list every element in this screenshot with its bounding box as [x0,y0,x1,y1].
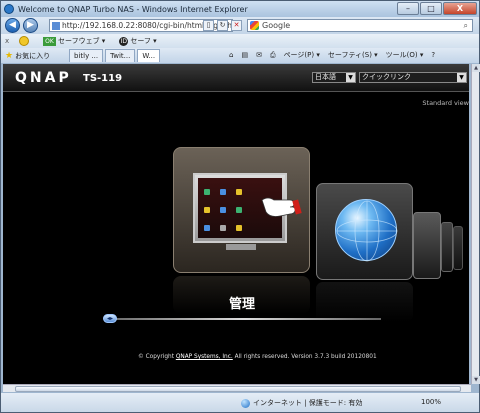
chevron-down-icon: ▼ [346,73,355,82]
window-title: Welcome to QNAP Turbo NAS - Windows Inte… [18,4,248,14]
chevron-down-icon: ▼ [457,73,466,82]
internet-zone-icon [241,398,250,408]
copyright-suffix: All rights reserved. Version 3.7.3 build… [232,354,377,360]
search-icon[interactable]: ⌕ [464,21,468,31]
close-button[interactable]: X [443,2,477,15]
mail-icon[interactable]: ✉ [256,51,262,59]
web-card[interactable] [316,183,413,280]
idsafe-button[interactable]: ID セーフ ▾ [119,36,157,46]
favorites-button[interactable]: ★ お気に入り [5,51,50,61]
zoom-level[interactable]: 100% [421,398,441,406]
tools-menu[interactable]: ツール(O) ▾ [386,50,424,60]
home-icon[interactable]: ⌂ [229,51,233,59]
web-card-reflection [316,282,413,322]
search-box[interactable]: Google ⌕ [247,19,473,32]
safeweb-label: セーフウェブ ▾ [58,37,106,45]
side-card-3[interactable] [453,226,463,270]
stop-icon[interactable]: ✕ [231,20,242,31]
favorites-label: お気に入り [15,52,51,60]
vertical-scrollbar[interactable]: ▲ ▼ [471,64,480,384]
help-button[interactable]: ? [431,51,435,59]
page-menu[interactable]: ページ(P) ▾ [284,50,320,60]
favorites-bar: ★ お気に入り bitly ... Twit... W... ⌂ ▤ ✉ ⎙ ペ… [1,48,479,63]
idsafe-label: セーフ ▾ [130,37,157,45]
copyright-text: © Copyright QNAP Systems, Inc. All right… [138,354,377,360]
safety-menu[interactable]: セーフティ(S) ▾ [328,50,378,60]
compat-view-icon[interactable]: ▯ [203,20,214,31]
forward-arrow-icon[interactable]: ▶ [23,18,38,33]
quicklink-value: クイックリンク [362,73,411,81]
carousel-track [107,318,381,320]
maximize-button[interactable]: □ [420,2,442,15]
search-engine-label: Google [262,21,291,30]
star-icon: ★ [5,51,14,61]
standard-view-link[interactable]: Standard view [422,99,469,107]
safeweb-logo-icon: OK [43,36,56,46]
pointer-hand-icon [261,197,302,217]
tab-strip: bitly ... Twit... W... [69,49,161,62]
admin-card-label[interactable]: 管理 [229,293,255,312]
tab-welcome[interactable]: W... [137,49,161,62]
command-bar: ⌂ ▤ ✉ ⎙ ページ(P) ▾ セーフティ(S) ▾ ツール(O) ▾ ? [229,50,435,60]
language-value: 日本語 [315,73,336,81]
page-content: QNAP TS-119 日本語 ▼ クイックリンク ▼ Standard vie… [3,64,469,384]
tab-bitly[interactable]: bitly ... [69,49,104,62]
monitor-stand [226,244,256,250]
norton-icon[interactable] [19,36,29,46]
model-name: TS-119 [83,73,123,84]
print-icon[interactable]: ⎙ [270,51,276,60]
ie-logo-icon [4,4,14,14]
toolbar-close-icon[interactable]: x [5,37,15,45]
copyright-prefix: © Copyright [138,354,176,360]
qnap-link[interactable]: QNAP Systems, Inc. [176,354,233,360]
minimize-button[interactable]: – [397,2,419,15]
links-toolbar: x OK セーフウェブ ▾ ID セーフ ▾ [1,34,479,48]
status-bar: インターネット | 保護モード: 有効 100% [1,393,479,412]
side-card-2[interactable] [441,222,453,272]
google-icon [250,21,259,30]
security-zone[interactable]: インターネット | 保護モード: 有効 [241,398,362,408]
refresh-icon[interactable]: ↻ [217,20,228,31]
address-row: ◀ ▶ http://192.168.0.22:8080/cgi-bin/htm… [1,17,479,34]
admin-card[interactable] [173,147,310,273]
browser-window: Welcome to QNAP Turbo NAS - Windows Inte… [0,0,480,413]
favicon-icon [52,21,60,30]
quicklink-select[interactable]: クイックリンク ▼ [359,72,467,83]
scroll-down-icon[interactable]: ▼ [472,376,480,384]
safeweb-button[interactable]: OK セーフウェブ ▾ [43,36,105,46]
search-card[interactable] [413,212,441,279]
carousel-slider-handle[interactable]: ◂▸ [103,314,117,323]
globe-icon [335,199,398,262]
back-arrow-icon[interactable]: ◀ [5,18,20,33]
tab-twitter[interactable]: Twit... [105,49,136,62]
qnap-logo: QNAP [15,70,72,86]
zone-label: インターネット | 保護モード: 有効 [253,399,363,407]
title-bar: Welcome to QNAP Turbo NAS - Windows Inte… [1,1,479,17]
qnap-header: QNAP TS-119 日本語 ▼ クイックリンク ▼ [3,64,469,92]
feeds-icon[interactable]: ▤ [241,51,248,59]
idsafe-logo-icon: ID [119,36,129,46]
horizontal-scrollbar[interactable] [3,384,471,392]
scroll-up-icon[interactable]: ▲ [472,64,480,72]
language-select[interactable]: 日本語 ▼ [312,72,356,83]
horizontal-scroll-thumb[interactable] [15,386,461,392]
